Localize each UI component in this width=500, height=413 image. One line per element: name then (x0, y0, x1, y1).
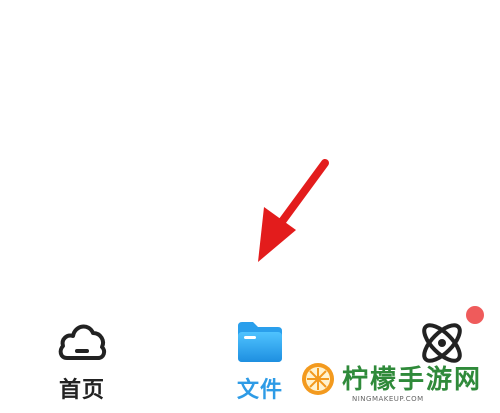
app-screen: 首页 文件 柠檬手游网 NINGMAKEUP.COM (0, 0, 500, 413)
folder-icon (233, 314, 287, 368)
tab-home-label: 首页 (58, 378, 105, 403)
watermark-url: NINGMAKEUP.COM (352, 395, 424, 403)
notification-badge (464, 304, 486, 326)
tab-home[interactable]: 首页 (22, 300, 142, 413)
cloud-home-icon (55, 314, 109, 368)
watermark: 柠檬手游网 NINGMAKEUP.COM (300, 359, 490, 407)
lemon-slice-icon (300, 361, 336, 397)
content-area (0, 0, 500, 300)
watermark-title: 柠檬手游网 (342, 365, 483, 395)
